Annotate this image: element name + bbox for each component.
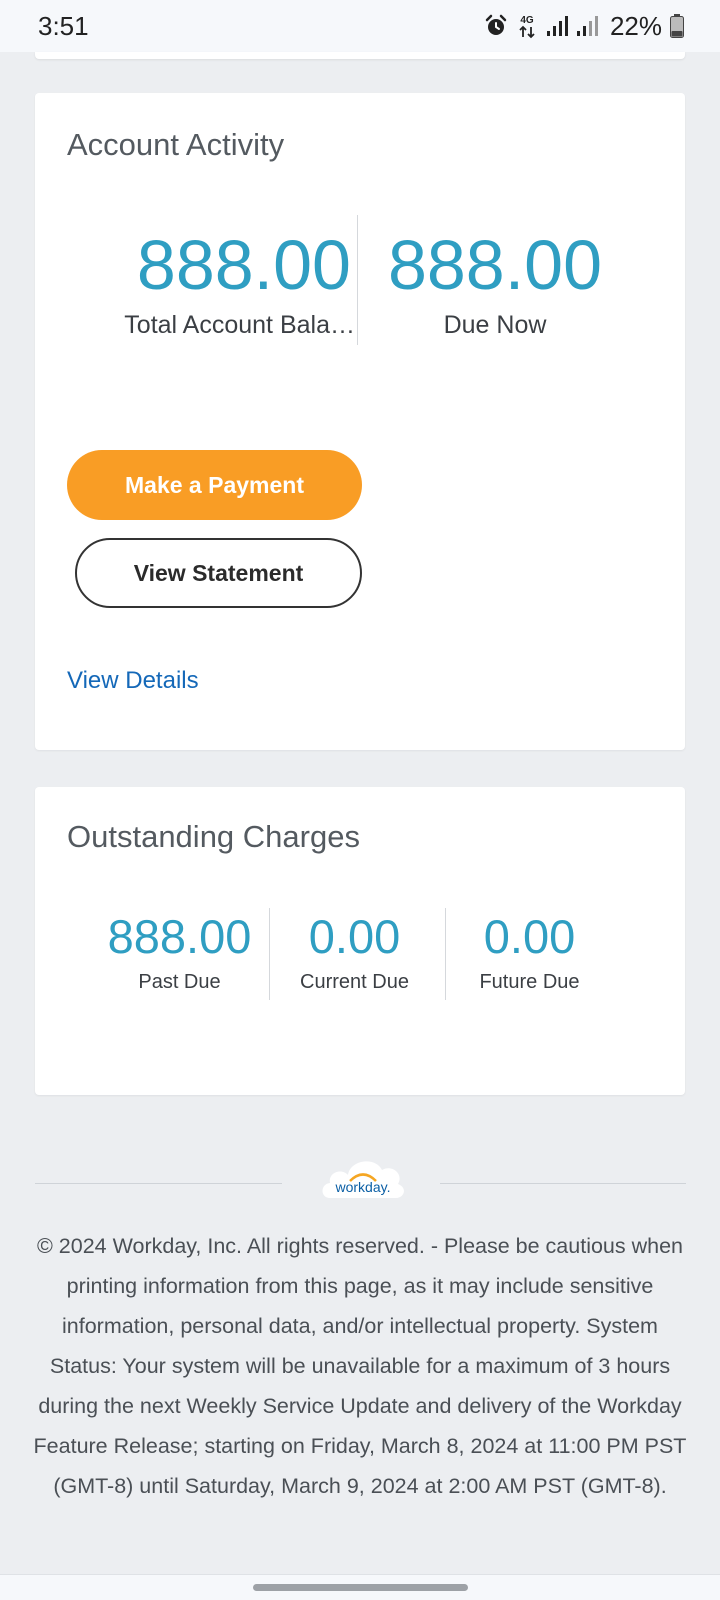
account-activity-title: Account Activity	[67, 127, 285, 162]
view-statement-button[interactable]: View Statement	[75, 538, 362, 608]
due-now-label: Due Now	[443, 311, 547, 339]
home-indicator[interactable]	[253, 1584, 468, 1591]
current-due-label: Current Due	[300, 971, 409, 993]
signal-icon-secondary	[576, 15, 598, 37]
past-due[interactable]: 888.00 Past Due	[92, 909, 267, 994]
metric-divider	[357, 215, 358, 345]
status-time: 3:51	[38, 10, 89, 41]
make-payment-button[interactable]: Make a Payment	[67, 450, 362, 520]
alarm-icon	[484, 14, 508, 38]
screen: 3:51 4G 22% Account Activity 888.00 Tota…	[0, 0, 720, 1600]
network-type-label: 4G	[520, 15, 534, 26]
workday-logo: workday.	[320, 1148, 406, 1202]
battery-icon	[670, 14, 684, 38]
due-now[interactable]: 888.00 Due Now	[375, 225, 615, 340]
past-due-label: Past Due	[138, 971, 221, 993]
footer-legal-text: © 2024 Workday, Inc. All rights reserved…	[33, 1234, 687, 1498]
outstanding-charges-card: Outstanding Charges 888.00 Past Due 0.00…	[35, 787, 685, 1095]
footer-divider-left	[35, 1183, 282, 1184]
current-due-value: 0.00	[308, 910, 401, 963]
previous-card-edge	[35, 52, 685, 59]
status-icons: 4G 22%	[484, 11, 684, 42]
future-due-value: 0.00	[483, 910, 576, 963]
due-now-value: 888.00	[387, 226, 603, 304]
future-due[interactable]: 0.00 Future Due	[442, 909, 617, 994]
logo-text: workday.	[335, 1179, 391, 1195]
past-due-value: 888.00	[107, 910, 252, 963]
footer-divider-right	[440, 1183, 686, 1184]
data-4g-icon: 4G	[516, 13, 538, 39]
battery-percent: 22%	[609, 10, 662, 41]
total-balance-value: 888.00	[136, 226, 351, 304]
future-due-label: Future Due	[479, 971, 580, 993]
view-details-link[interactable]: View Details	[67, 667, 199, 695]
total-balance-label: Total Account Bala…	[124, 311, 355, 339]
current-due[interactable]: 0.00 Current Due	[267, 909, 442, 994]
status-bar: 3:51 4G 22%	[0, 0, 720, 52]
outstanding-charges-title: Outstanding Charges	[67, 819, 360, 854]
total-account-balance[interactable]: 888.00 Total Account Bala…	[101, 225, 355, 340]
account-activity-card: Account Activity 888.00 Total Account Ba…	[35, 93, 685, 750]
signal-icon	[546, 15, 568, 37]
